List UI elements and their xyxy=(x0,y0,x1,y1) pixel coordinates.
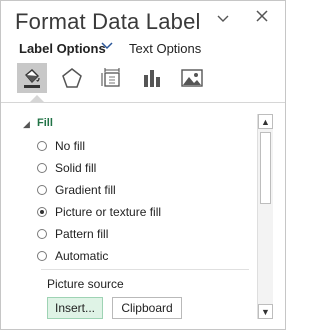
radio-solid-fill[interactable]: Solid fill xyxy=(37,159,96,177)
tab-chevron-down-icon[interactable] xyxy=(101,40,113,54)
radio-gradient-fill[interactable]: Gradient fill xyxy=(37,181,116,199)
radio-pattern-fill[interactable]: Pattern fill xyxy=(37,225,108,243)
selected-pointer xyxy=(30,95,44,102)
section-title: Fill xyxy=(37,117,53,129)
label-options-chart-icon[interactable] xyxy=(137,63,167,93)
close-icon[interactable] xyxy=(255,9,269,26)
radio-icon[interactable] xyxy=(37,163,47,173)
insert-button[interactable]: Insert... xyxy=(47,297,103,319)
radio-icon[interactable] xyxy=(37,251,47,261)
pane-title: Format Data Label xyxy=(15,9,201,34)
picture-icon[interactable] xyxy=(177,63,207,93)
vertical-scrollbar[interactable]: ▲ ▼ xyxy=(257,114,273,319)
fill-line-icon[interactable] xyxy=(17,63,47,93)
format-data-label-pane: Format Data Label Label Options Text Opt… xyxy=(0,0,286,330)
radio-selected-icon[interactable] xyxy=(37,207,47,217)
radio-picture-or-texture-fill[interactable]: Picture or texture fill xyxy=(37,203,161,221)
option-label: Gradient fill xyxy=(55,183,116,197)
chevron-down-icon[interactable] xyxy=(217,11,229,27)
radio-icon[interactable] xyxy=(37,185,47,195)
option-label: Solid fill xyxy=(55,161,97,175)
clipboard-button[interactable]: Clipboard xyxy=(112,297,182,319)
option-label: Pattern fill xyxy=(55,227,109,241)
tab-label-options[interactable]: Label Options xyxy=(19,41,106,56)
effects-pentagon-icon[interactable] xyxy=(57,63,87,93)
scroll-thumb[interactable] xyxy=(260,132,271,204)
scroll-down-icon[interactable]: ▼ xyxy=(258,304,273,319)
tab-text-options[interactable]: Text Options xyxy=(129,41,201,56)
radio-automatic[interactable]: Automatic xyxy=(37,247,108,265)
option-label: Automatic xyxy=(55,249,109,263)
option-label: No fill xyxy=(55,139,86,153)
divider xyxy=(41,269,249,270)
radio-no-fill[interactable]: No fill xyxy=(37,137,85,155)
radio-icon[interactable] xyxy=(37,229,47,239)
size-properties-icon[interactable] xyxy=(97,63,127,93)
divider xyxy=(1,102,285,103)
scroll-up-icon[interactable]: ▲ xyxy=(258,114,273,129)
option-label: Picture or texture fill xyxy=(55,205,162,219)
picture-source-label: Picture source xyxy=(47,277,124,291)
radio-icon[interactable] xyxy=(37,141,47,151)
collapse-triangle-icon[interactable]: ◢ xyxy=(23,119,30,130)
